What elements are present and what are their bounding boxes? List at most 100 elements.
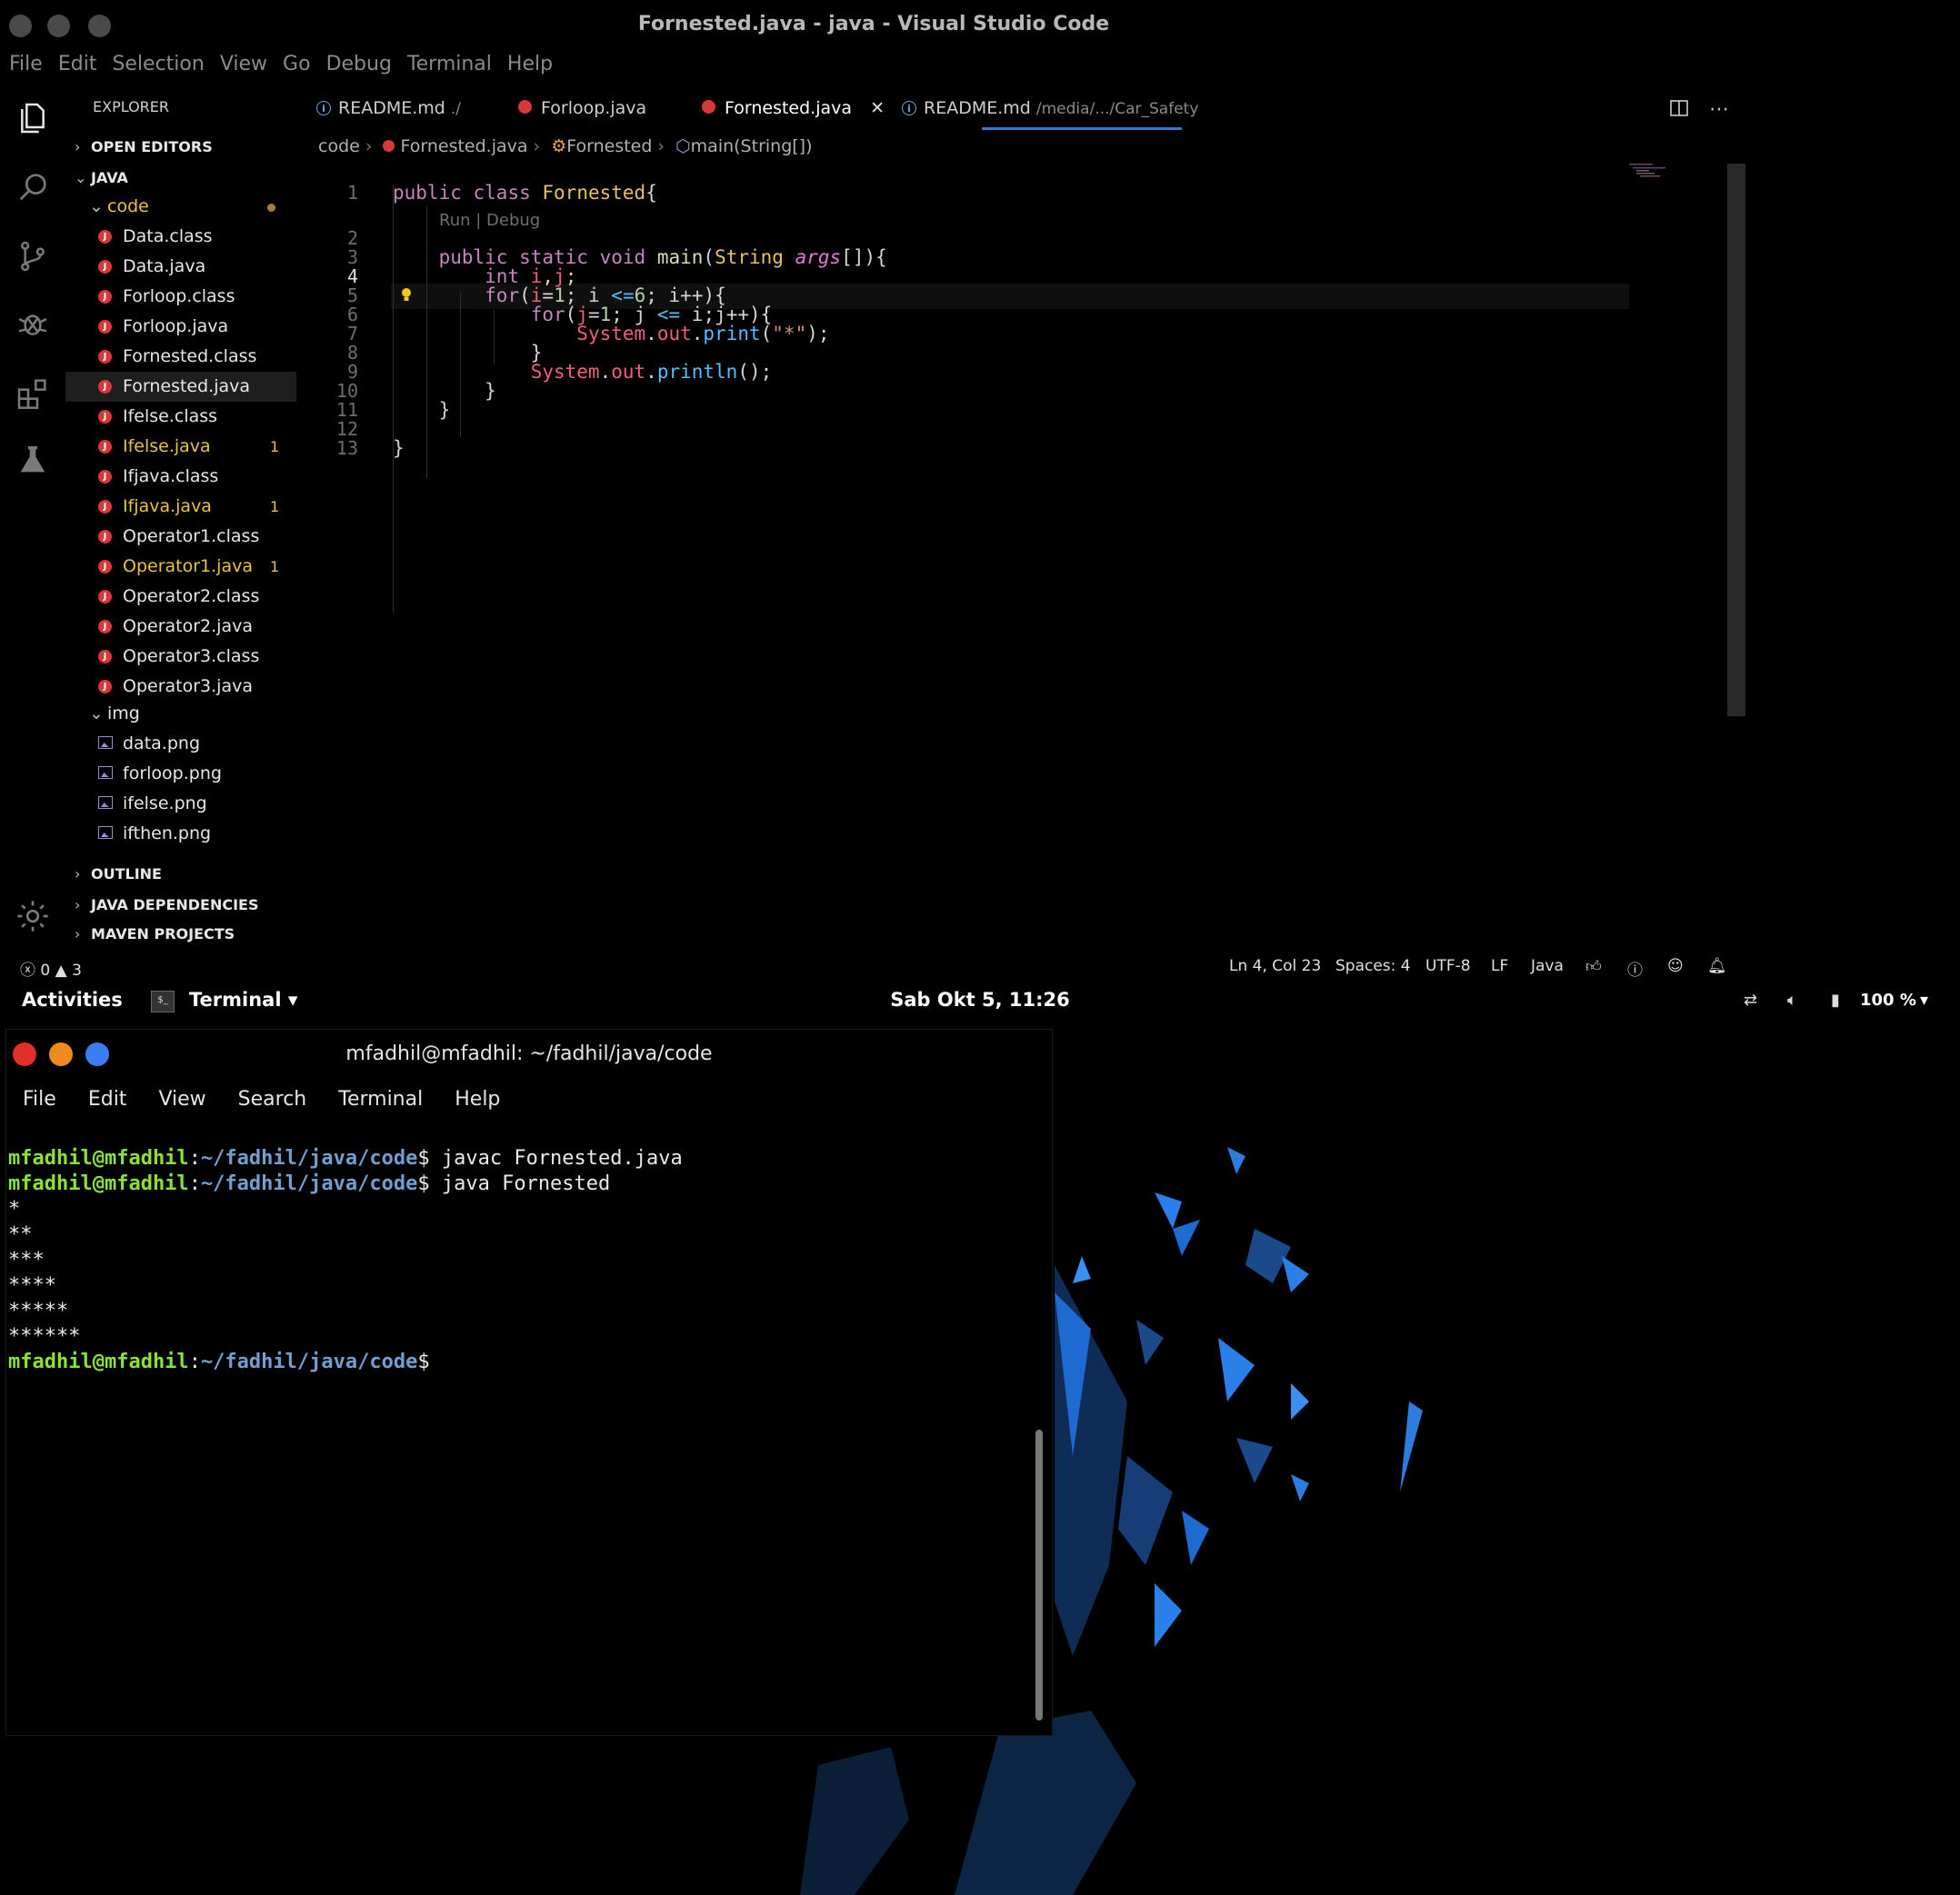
chevron-down-icon: ⌄ xyxy=(89,196,104,216)
image-file-item[interactable]: data.png xyxy=(65,729,296,759)
file-item[interactable]: J Forloop.java xyxy=(65,312,296,342)
menu-file[interactable]: File xyxy=(0,53,43,84)
terminal-output-line: ****** xyxy=(8,1325,81,1348)
file-item[interactable]: J Operator2.class xyxy=(65,582,296,612)
menu-edit[interactable]: Edit xyxy=(49,53,97,84)
image-file-item[interactable]: ifelse.png xyxy=(65,789,296,819)
breadcrumb-class[interactable]: Fornested xyxy=(566,136,652,156)
breadcrumb-folder[interactable]: code xyxy=(318,136,360,156)
network-icon[interactable]: ⇄ xyxy=(1744,991,1757,1010)
feedback-smiley-icon[interactable]: ☺ xyxy=(1667,957,1684,975)
tab-forloop[interactable]: Forloop.java xyxy=(518,98,646,129)
explorer-icon[interactable] xyxy=(13,98,53,138)
tab-fornested[interactable]: Fornested.java ✕ xyxy=(702,98,885,129)
file-item[interactable]: J Data.java xyxy=(65,252,296,282)
volume-icon[interactable]: 🔈︎ xyxy=(1787,991,1797,1010)
editor-scrollbar[interactable] xyxy=(1727,164,1745,716)
menu-terminal[interactable]: Terminal xyxy=(398,53,492,84)
file-item[interactable]: J Operator3.class xyxy=(65,642,296,672)
section-java[interactable]: ⌄ JAVA xyxy=(75,169,128,186)
terminal-output[interactable]: mfadhil@mfadhil:~/fadhil/java/code$ java… xyxy=(8,1121,683,1375)
run-debug-codelens[interactable]: Run | Debug xyxy=(439,211,540,230)
terminal-scrollbar[interactable] xyxy=(1035,1430,1043,1720)
file-name: Data.java xyxy=(123,256,206,276)
section-open-editors[interactable]: › OPEN EDITORS xyxy=(75,138,213,155)
info-icon: i xyxy=(316,101,331,115)
java-file-icon: J xyxy=(98,590,112,603)
language-mode[interactable]: Java xyxy=(1531,957,1564,975)
java-file-icon: J xyxy=(98,680,112,693)
settings-gear-icon[interactable] xyxy=(13,896,53,936)
breadcrumb-file[interactable]: Fornested.java xyxy=(400,136,527,156)
section-java-dependencies[interactable]: › JAVA DEPENDENCIES xyxy=(75,896,259,913)
file-name: Operator2.class xyxy=(123,586,260,606)
menu-go[interactable]: Go xyxy=(274,53,311,84)
image-file-item[interactable]: forloop.png xyxy=(65,759,296,789)
file-name: forloop.png xyxy=(123,763,222,783)
more-actions-icon[interactable]: ⋯ xyxy=(1709,98,1729,121)
notifications-bell-icon[interactable]: 🔔︎ xyxy=(1707,957,1727,975)
minimap[interactable] xyxy=(1629,162,1669,180)
code-editor[interactable]: 1 2 3 4 5 6 7 8 9 10 11 12 13 Run | Debug public cla… xyxy=(300,160,1718,723)
info-icon[interactable]: ⓘ xyxy=(1627,957,1643,980)
menu-help[interactable]: Help xyxy=(455,1088,500,1111)
tab-readme-root[interactable]: i README.md ./ xyxy=(316,98,461,129)
class-icon: ⚙ xyxy=(551,136,567,156)
file-item[interactable]: J Ifelse.class xyxy=(65,402,296,432)
cursor-position[interactable]: Ln 4, Col 23 xyxy=(1229,957,1321,975)
tab-readme-car-safety[interactable]: i README.md /media/.../Car_Safety xyxy=(902,98,1198,129)
breadcrumb-method[interactable]: main(String[]) xyxy=(691,136,813,156)
section-outline[interactable]: › OUTLINE xyxy=(75,865,162,883)
file-item[interactable]: J Ifjava.class xyxy=(65,462,296,492)
file-item[interactable]: J Forloop.class xyxy=(65,282,296,312)
search-icon[interactable] xyxy=(13,167,53,207)
file-name: Operator2.java xyxy=(123,616,253,636)
end-of-line[interactable]: LF xyxy=(1491,957,1508,975)
menu-view[interactable]: View xyxy=(158,1088,205,1111)
file-item[interactable]: J Fornested.class xyxy=(65,342,296,372)
image-file-item[interactable]: ifthen.png xyxy=(65,819,296,849)
menu-search[interactable]: Search xyxy=(238,1088,307,1111)
encoding[interactable]: UTF-8 xyxy=(1425,957,1471,975)
debug-icon[interactable] xyxy=(13,304,53,344)
section-maven-projects[interactable]: › MAVEN PROJECTS xyxy=(75,925,235,943)
problem-count-badge: 1 xyxy=(270,558,280,575)
file-item[interactable]: J Fornested.java xyxy=(65,372,296,402)
java-file-icon: J xyxy=(98,440,112,454)
file-item[interactable]: J Operator1.java 1 xyxy=(65,552,296,582)
file-item[interactable]: J Ifelse.java 1 xyxy=(65,432,296,462)
battery-icon[interactable]: ▮ xyxy=(1831,991,1840,1010)
explorer-header: EXPLORER xyxy=(93,98,169,115)
thumbs-up-icon[interactable]: 👍︎ xyxy=(1585,957,1602,976)
system-menu-caret-icon[interactable]: ▾ xyxy=(1920,991,1928,1010)
file-item[interactable]: J Ifjava.java 1 xyxy=(65,492,296,522)
vscode-window: Fornested.java - java - Visual Studio Co… xyxy=(0,0,1747,980)
clock[interactable]: Sab Okt 5, 11:26 xyxy=(0,989,1960,1011)
file-item[interactable]: J Data.class xyxy=(65,222,296,252)
terminal-prompt[interactable]: mfadhil@mfadhil:~/fadhil/java/code$ xyxy=(8,1350,683,1375)
menu-selection[interactable]: Selection xyxy=(103,53,204,84)
file-name: Operator3.java xyxy=(123,676,253,696)
breadcrumb: code › Fornested.java › ⚙Fornested › ⬡main(… xyxy=(318,136,813,156)
file-item[interactable]: J Operator2.java xyxy=(65,612,296,642)
close-tab-icon[interactable]: ✕ xyxy=(870,98,885,118)
extensions-icon[interactable] xyxy=(13,373,53,413)
test-flask-icon[interactable] xyxy=(13,440,53,480)
menu-terminal[interactable]: Terminal xyxy=(338,1088,423,1111)
menu-help[interactable]: Help xyxy=(498,53,553,84)
problems-indicator[interactable]: ⓧ 0 ▲ 3 xyxy=(20,957,82,980)
source-control-icon[interactable] xyxy=(13,236,53,276)
title-bar: Fornested.java - java - Visual Studio Co… xyxy=(0,0,1747,51)
menu-edit[interactable]: Edit xyxy=(88,1088,127,1111)
menu-bar: File Edit Selection View Go Debug Termin… xyxy=(0,53,559,84)
menu-view[interactable]: View xyxy=(211,53,267,84)
split-editor-icon[interactable] xyxy=(1669,98,1689,118)
menu-file[interactable]: File xyxy=(23,1088,56,1111)
menu-debug[interactable]: Debug xyxy=(317,53,392,84)
file-item[interactable]: J Operator1.class xyxy=(65,522,296,552)
folder-code[interactable]: ⌄ code xyxy=(65,192,296,222)
file-item[interactable]: J Operator3.java xyxy=(65,672,296,702)
folder-img[interactable]: ⌄ img xyxy=(65,699,296,729)
indentation[interactable]: Spaces: 4 xyxy=(1335,957,1411,975)
java-file-icon: J xyxy=(98,350,112,364)
